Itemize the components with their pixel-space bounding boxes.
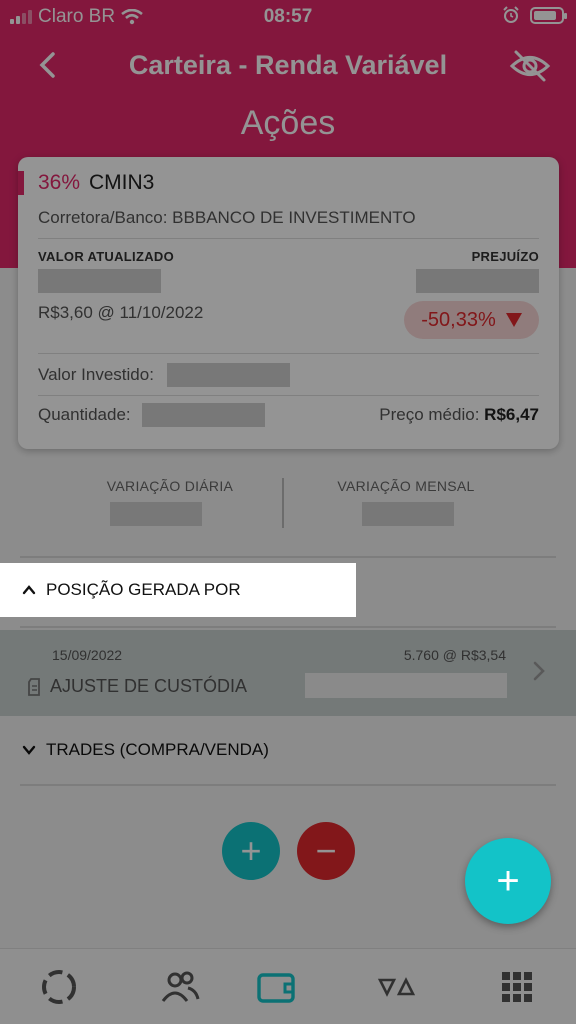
tab-users-icon[interactable] [158, 965, 202, 1009]
trade-quantity-price: 5.760 @ R$3,54 [403, 647, 506, 663]
clock: 08:57 [263, 6, 313, 27]
hidden-trade-value [305, 673, 507, 698]
position-card: 36% CMIN3 Corretora/Banco: BBBANCO DE IN… [18, 157, 559, 449]
add-trade-button[interactable]: + [222, 822, 280, 880]
trades-section-title: TRADES (COMPRA/VENDA) [46, 740, 269, 759]
divider [38, 395, 539, 396]
status-bar: Claro BR 08:57 [0, 0, 576, 34]
divider [20, 626, 556, 628]
current-value-label: VALOR ATUALIZADO [38, 249, 174, 264]
loss-label: PREJUÍZO [471, 249, 539, 264]
change-badge: -50,33% [404, 301, 539, 339]
allocation-marker [18, 171, 24, 195]
chevron-up-icon [22, 585, 36, 595]
page-title: Carteira - Renda Variável [128, 50, 448, 80]
invested-label: Valor Investido: [38, 365, 154, 384]
tab-grid-menu-icon[interactable] [495, 965, 539, 1009]
hidden-monthly-variation [362, 502, 454, 526]
divider [38, 238, 539, 239]
allocation-percent: 36% [38, 171, 81, 194]
trade-date: 15/09/2022 [52, 647, 123, 663]
down-arrow-icon [505, 313, 522, 327]
add-fab-button[interactable]: + [465, 838, 551, 924]
hidden-current-value [38, 269, 161, 293]
position-origin-row[interactable]: 15/09/2022 5.760 @ R$3,54 AJUSTE DE CUST… [0, 630, 576, 716]
vertical-divider [282, 478, 284, 528]
hidden-daily-variation [110, 502, 202, 526]
chevron-right-icon [533, 661, 545, 681]
tab-wallet-icon[interactable] [254, 965, 298, 1009]
daily-variation-label: VARIAÇÃO DIÁRIA [106, 478, 234, 494]
average-price-value: R$6,47 [484, 405, 539, 424]
divider [20, 556, 556, 558]
tab-bar [0, 948, 576, 1024]
hidden-loss-value [416, 269, 539, 293]
tab-triangles-icon[interactable] [375, 965, 419, 1009]
divider [38, 353, 539, 354]
trades-section-header[interactable]: TRADES (COMPRA/VENDA) [22, 740, 269, 760]
chevron-down-icon [22, 745, 36, 755]
position-section-title: POSIÇÃO GERADA POR [46, 580, 241, 599]
hidden-invested-value [167, 363, 290, 387]
trade-type: AJUSTE DE CUSTÓDIA [50, 676, 248, 696]
broker-label: Corretora/Banco: BBBANCO DE INVESTIMENTO [38, 208, 416, 227]
hidden-quantity-value [142, 403, 265, 427]
alarm-icon [503, 6, 519, 23]
monthly-variation-label: VARIAÇÃO MENSAL [337, 478, 475, 494]
ticker: CMIN3 [89, 171, 155, 194]
quantity-label: Quantidade: [38, 405, 131, 424]
nav-bar: Carteira - Renda Variável [0, 42, 576, 90]
battery-icon [530, 6, 567, 24]
remove-trade-button[interactable]: − [297, 822, 355, 880]
price-date: R$3,60 @ 11/10/2022 [38, 303, 204, 322]
change-value: -50,33% [421, 308, 496, 331]
eye-off-icon[interactable] [508, 46, 552, 86]
position-section-header[interactable]: POSIÇÃO GERADA POR [22, 580, 241, 600]
tab-loading-ring-icon[interactable] [37, 965, 81, 1009]
asset-class-title: Ações [240, 104, 336, 142]
document-icon [28, 677, 40, 696]
average-price: Preço médio: R$6,47 [379, 405, 539, 424]
divider [20, 784, 556, 786]
